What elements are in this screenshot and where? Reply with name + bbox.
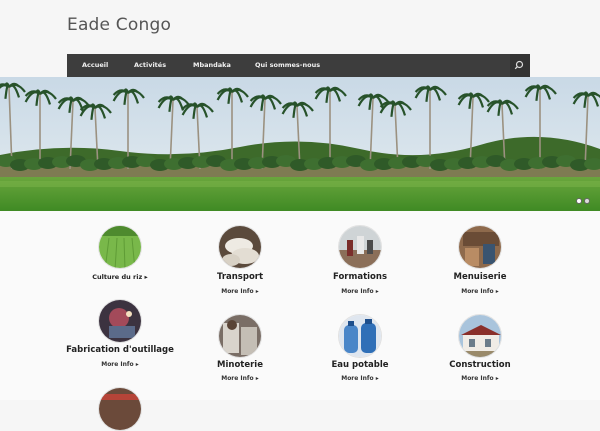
site-header: Eade Congo	[0, 0, 600, 54]
nav-item-activites[interactable]: Activités	[134, 54, 166, 77]
additional-activity-photo[interactable]	[98, 387, 142, 431]
feature-title-minoterie[interactable]: Minoterie	[170, 360, 310, 370]
feature-title-eau-potable[interactable]: Eau potable	[290, 360, 430, 370]
carpentry-photo[interactable]	[458, 225, 502, 269]
feature-title-construction[interactable]: Construction	[410, 360, 550, 370]
site-title[interactable]: Eade Congo	[67, 15, 171, 35]
feature-title-fabrication-outillage[interactable]: Fabrication d'outillage	[50, 345, 190, 355]
search-icon	[514, 60, 524, 70]
rice-field-photo[interactable]	[98, 225, 142, 269]
nav-bar: Accueil Activités Mbandaka Qui sommes-no…	[67, 54, 530, 77]
more-info-transport[interactable]: More Info ▸	[180, 288, 300, 295]
feature-title-formations[interactable]: Formations	[290, 272, 430, 282]
nav-item-mbandaka[interactable]: Mbandaka	[193, 54, 231, 77]
feature-title-menuiserie[interactable]: Menuiserie	[410, 272, 550, 282]
nav-item-qui-sommes-nous[interactable]: Qui sommes-nous	[255, 54, 320, 77]
toolmaking-photo[interactable]	[98, 299, 142, 343]
slide-dot-1[interactable]	[576, 198, 582, 204]
building-photo[interactable]	[458, 314, 502, 358]
sacks-photo[interactable]	[218, 225, 262, 269]
mill-photo[interactable]	[218, 314, 262, 358]
search-button[interactable]	[510, 54, 530, 77]
nav-item-accueil[interactable]: Accueil	[82, 54, 108, 77]
more-info-fabrication-outillage[interactable]: More Info ▸	[60, 361, 180, 368]
more-info-eau-potable[interactable]: More Info ▸	[300, 375, 420, 382]
slide-dot-2[interactable]	[584, 198, 590, 204]
activities-grid: Culture du riz ▸ Transport More Info ▸ F…	[0, 211, 600, 431]
hero-slider[interactable]	[0, 77, 600, 211]
main-navigation: Accueil Activités Mbandaka Qui sommes-no…	[0, 54, 600, 77]
more-info-construction[interactable]: More Info ▸	[420, 375, 540, 382]
more-info-formations[interactable]: More Info ▸	[300, 288, 420, 295]
feature-title-transport[interactable]: Transport	[170, 272, 310, 282]
hero-palm-landscape-photo	[0, 77, 600, 211]
more-info-menuiserie[interactable]: More Info ▸	[420, 288, 540, 295]
more-info-minoterie[interactable]: More Info ▸	[180, 375, 300, 382]
training-photo[interactable]	[338, 225, 382, 269]
feature-title-culture-du-riz[interactable]: Culture du riz ▸	[50, 273, 190, 281]
water-bottles-photo[interactable]	[338, 314, 382, 358]
